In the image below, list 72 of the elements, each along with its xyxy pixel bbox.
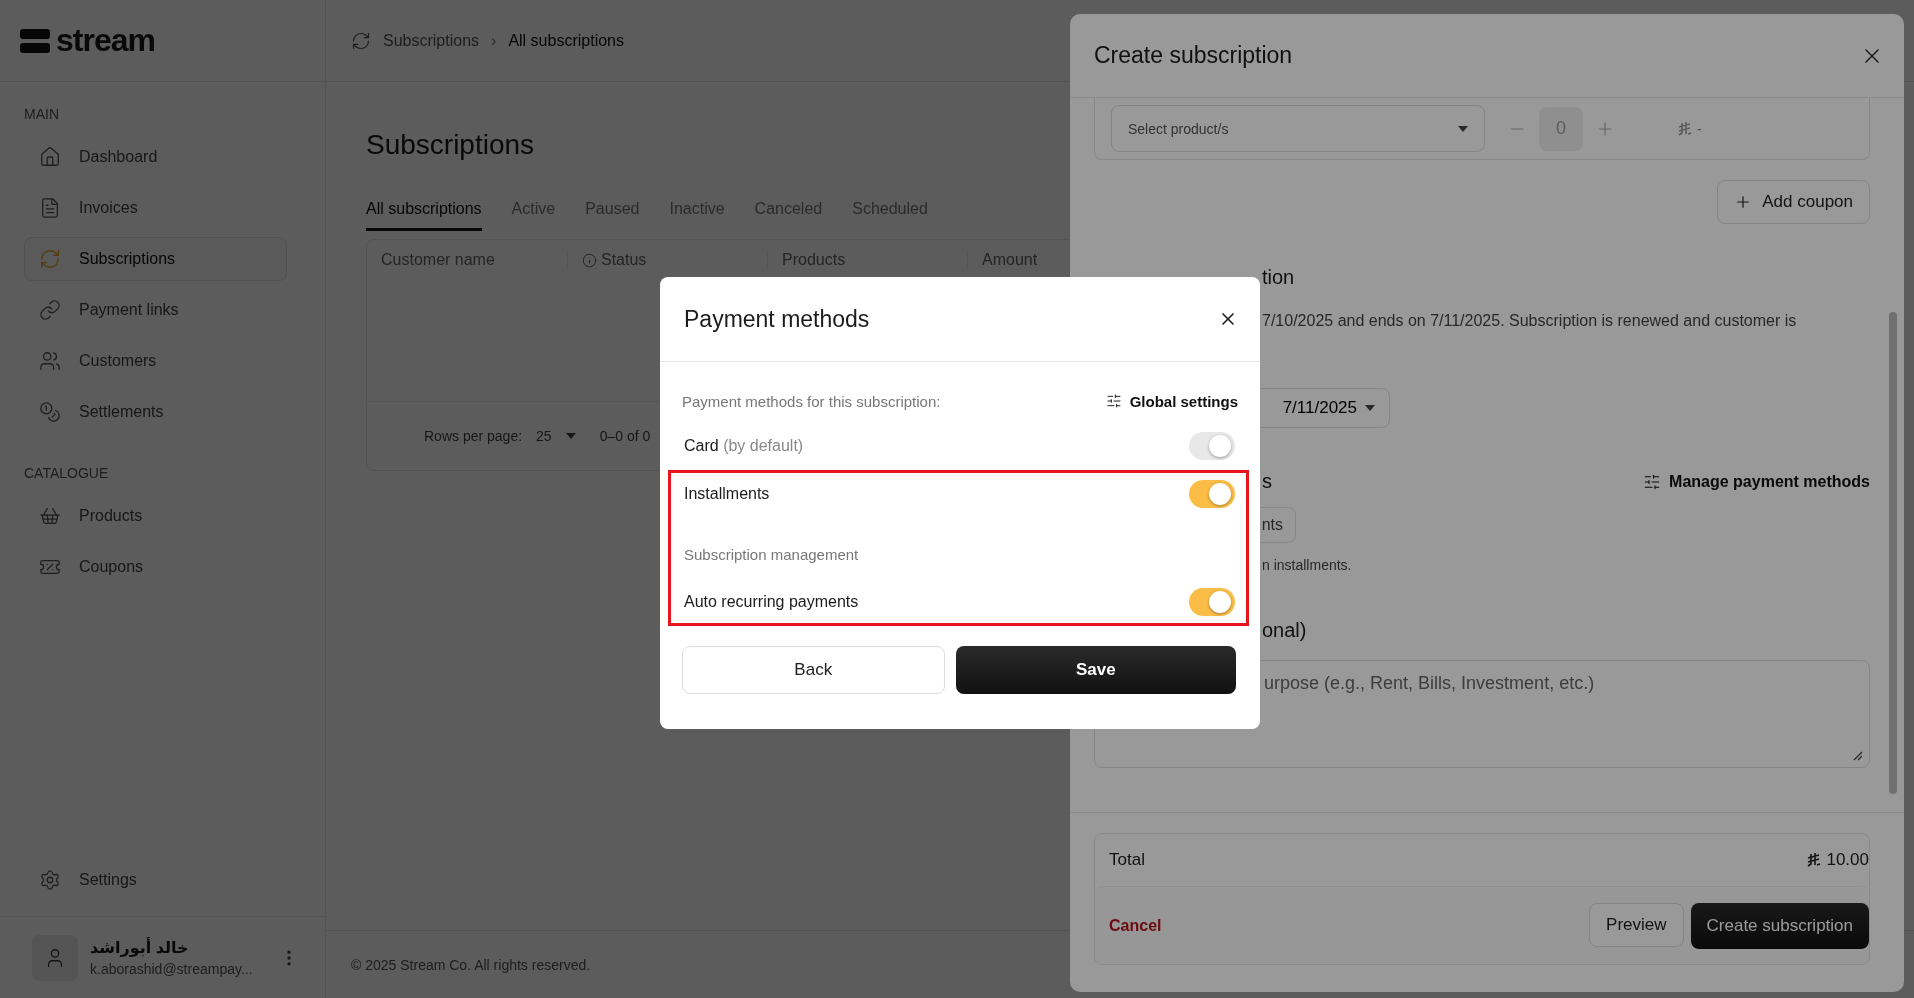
- refresh-icon: [351, 30, 371, 51]
- column-header: Status: [567, 251, 767, 269]
- house-icon: [39, 146, 61, 168]
- user-name: خالد أبوراشد: [90, 938, 190, 957]
- tab[interactable]: All subscriptions: [366, 200, 482, 231]
- nav-item[interactable]: Payment links: [24, 288, 287, 332]
- unit-price: -: [1697, 120, 1702, 137]
- refresh-icon: [39, 248, 61, 270]
- nav-item[interactable]: Settlements: [24, 390, 287, 434]
- preview-button[interactable]: Preview: [1589, 902, 1684, 947]
- toggle-switch[interactable]: [1189, 480, 1235, 508]
- method-label: Card (by default): [684, 437, 804, 455]
- method-label: Auto recurring payments: [684, 593, 859, 611]
- nav-item[interactable]: Settings: [24, 858, 287, 902]
- modal-title: Payment methods: [684, 305, 870, 333]
- column-header: Products: [767, 251, 967, 269]
- methods-note: n installments.: [1262, 557, 1353, 573]
- settings-icon: [39, 869, 61, 891]
- nav-item[interactable]: Customers: [24, 339, 287, 383]
- users-icon: [39, 350, 61, 372]
- rows-per-page-label: Rows per page:: [424, 428, 523, 444]
- logo-text: stream: [56, 22, 155, 59]
- riyal-icon: [1806, 852, 1823, 868]
- caret-icon: [565, 433, 576, 439]
- modal-subtitle: Payment methods for this subscription:: [682, 392, 941, 410]
- resize-handle-icon: [1853, 751, 1863, 761]
- page-title: Subscriptions: [366, 129, 535, 161]
- drawer-title: Create subscription: [1094, 42, 1293, 69]
- info-icon: [582, 252, 597, 268]
- caret-icon: [1458, 125, 1468, 132]
- group-heading: Subscription management: [684, 545, 859, 563]
- caret-icon: [1365, 405, 1375, 411]
- section-heading: tion: [1262, 266, 1296, 289]
- breadcrumb-separator: ›: [491, 31, 497, 50]
- product-select[interactable]: Select product/s: [1111, 105, 1485, 152]
- nav-item[interactable]: Dashboard: [24, 135, 287, 179]
- link-icon: [39, 299, 61, 321]
- basket-icon: [39, 505, 61, 527]
- sliders-icon: [1105, 393, 1122, 409]
- section-heading: s: [1262, 470, 1272, 493]
- toggle-switch[interactable]: [1189, 588, 1235, 616]
- riyal-icon: [1677, 120, 1693, 137]
- section-title: CATALOGUE: [23, 464, 110, 483]
- column-header: Customer name: [380, 251, 496, 269]
- nav-item[interactable]: Coupons: [24, 545, 287, 589]
- sliders-icon: [1643, 472, 1662, 491]
- copyright-text: © 2025 Stream Co. All rights reserved.: [351, 956, 591, 973]
- nav-item[interactable]: Invoices: [24, 186, 287, 230]
- rows-per-page-select[interactable]: 25: [536, 428, 576, 444]
- back-button[interactable]: Back: [682, 646, 945, 694]
- avatar: [32, 934, 78, 981]
- page-range: 0–0 of 0: [599, 428, 651, 444]
- duration-text: 7/10/2025 and ends on 7/11/2025. Subscription is renewed and customer is: [1262, 312, 1798, 330]
- logo-icon: [20, 28, 50, 53]
- document-icon: [39, 197, 61, 219]
- section-title: MAIN: [23, 105, 60, 124]
- create-subscription-button[interactable]: Create subscription: [1690, 902, 1869, 949]
- method-label: Installments: [684, 485, 770, 503]
- manage-payment-methods-link[interactable]: Manage payment methods: [1643, 472, 1870, 491]
- nav-item[interactable]: Subscriptions: [24, 237, 287, 281]
- nav-item[interactable]: Products: [24, 494, 287, 538]
- coins-icon: [39, 401, 61, 423]
- section-heading: onal): [1262, 619, 1308, 642]
- add-coupon-button[interactable]: Add coupon: [1717, 180, 1870, 224]
- cancel-link[interactable]: Cancel: [1109, 916, 1162, 935]
- breadcrumb-link[interactable]: Subscriptions: [383, 31, 480, 50]
- breadcrumb-link[interactable]: All subscriptions: [508, 31, 624, 50]
- save-button[interactable]: Save: [955, 646, 1236, 694]
- total-label: Total: [1109, 850, 1145, 870]
- total-amount: 10.00: [1826, 850, 1869, 870]
- global-settings-link[interactable]: Global settings: [1105, 392, 1238, 410]
- user-email: k.aborashid@streampay...: [90, 961, 254, 977]
